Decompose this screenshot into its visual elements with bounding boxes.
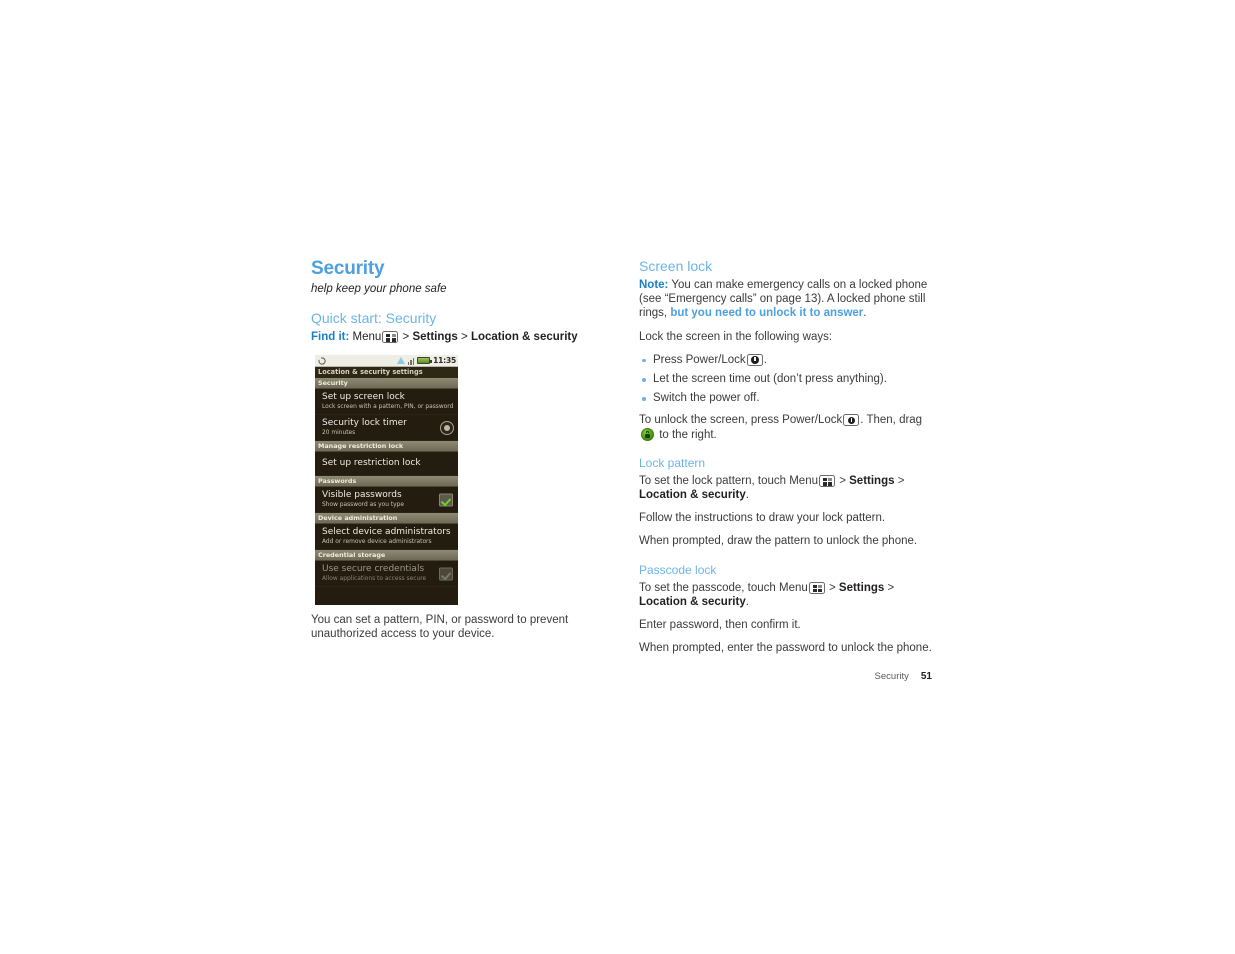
menu-grid-icon [382, 331, 399, 343]
list-item: Press Power/Lock. [639, 353, 935, 367]
row-subtitle: Show password as you type [322, 502, 405, 508]
section-heading-quick-start: Quick start: Security [311, 310, 437, 326]
find-it-location-security: Location & security [470, 331, 578, 343]
row-title: Security lock timer [322, 418, 407, 428]
list-item: Switch the power off. [639, 391, 935, 405]
step-location-security: Location & security [639, 595, 746, 608]
find-it-settings: Settings [412, 331, 458, 343]
row-title: Set up restriction lock [322, 458, 421, 468]
bullet-text-end: . [763, 353, 767, 366]
step-period: . [745, 489, 749, 502]
right-column: Screen lock Note: You can make emergency… [639, 258, 935, 664]
find-it-sep-2: > [461, 331, 468, 343]
triangle-alert-icon [397, 357, 406, 364]
step-location-security: Location & security [639, 489, 746, 502]
settings-row-security-lock-timer[interactable]: Security lock timer 20 minutes [315, 415, 458, 441]
settings-category-device-administration: Device administration [315, 513, 458, 524]
bullet-text: Switch the power off. [653, 392, 760, 405]
subheading-lock-pattern: Lock pattern [639, 455, 706, 470]
find-it-label: Find it: [311, 331, 350, 343]
phone-status-icons: 11:35 [397, 355, 456, 366]
manual-page: Security help keep your phone safe Quick… [0, 0, 1235, 954]
note-period: . [863, 307, 867, 320]
settings-row-set-up-screen-lock[interactable]: Set up screen lock Lock screen with a pa… [315, 389, 458, 415]
subheading-passcode-lock: Passcode lock [639, 562, 717, 577]
step-sep-1: > [839, 474, 846, 487]
menu-grid-icon [819, 474, 835, 487]
find-it-sep-1: > [402, 331, 410, 343]
unlock-text-2: . Then, drag [860, 414, 923, 427]
status-bar-clock: 11:35 [433, 356, 456, 365]
green-lock-icon [641, 427, 654, 441]
settings-category-manage-restriction-lock: Manage restriction lock [315, 441, 458, 452]
row-subtitle: 20 minutes [322, 430, 356, 436]
passcode-lock-step-3: When prompted, enter the password to unl… [639, 642, 932, 655]
bullet-text: Press Power/Lock [653, 353, 746, 366]
section-heading-screen-lock: Screen lock [639, 258, 713, 274]
unlock-text-1: To unlock the screen, press Power/Lock [639, 414, 843, 427]
row-title: Set up screen lock [322, 392, 405, 402]
timer-icon[interactable] [440, 420, 454, 435]
row-title: Visible passwords [322, 490, 402, 500]
note-label: Note: [639, 279, 669, 291]
row-subtitle: Allow applications to access secure [322, 576, 427, 582]
list-item: Let the screen time out (don’t press any… [639, 372, 935, 386]
power-lock-icon [746, 353, 763, 366]
step-settings: Settings [838, 581, 885, 594]
phone-status-bar: 11:35 [315, 355, 458, 367]
unlock-instruction: To unlock the screen, press Power/Lock . … [639, 413, 935, 441]
settings-row-select-device-administrators[interactable]: Select device administrators Add or remo… [315, 524, 458, 550]
settings-category-passwords: Passwords [315, 476, 458, 487]
lock-pattern-step-1: To set the lock pattern, touch Menu > Se… [639, 474, 935, 502]
phone-screenshot-figure: 11:35 Location & security settings Secur… [315, 355, 458, 605]
page-footer: Security 51 [875, 671, 932, 682]
step-text: To set the passcode, touch Menu [639, 581, 808, 594]
passcode-lock-step-2: Enter password, then confirm it. [639, 619, 801, 632]
step-sep-2: > [887, 581, 895, 594]
settings-row-use-secure-credentials[interactable]: Use secure credentials Allow application… [315, 561, 458, 587]
settings-row-set-up-restriction-lock[interactable]: Set up restriction lock [315, 452, 458, 476]
bullet-text: Let the screen time out (don’t press any… [653, 373, 887, 386]
row-title: Use secure credentials [322, 564, 425, 574]
note-accent-text: but you need to unlock it to answer [670, 307, 864, 320]
row-subtitle: Add or remove device administrators [322, 539, 432, 545]
page-title: Security [311, 258, 385, 279]
power-lock-icon [843, 414, 860, 427]
lock-pattern-step-3: When prompted, draw the pattern to unloc… [639, 535, 918, 548]
signal-bars-icon [408, 357, 414, 365]
lock-ways-intro: Lock the screen in the following ways: [639, 330, 833, 343]
step-sep-2: > [897, 474, 905, 487]
sync-icon [318, 356, 326, 365]
step-period: . [745, 595, 749, 608]
row-title: Select device administrators [322, 527, 451, 537]
lock-ways-list: Press Power/Lock. Let the screen time ou… [639, 353, 935, 406]
footer-page-number: 51 [920, 671, 932, 682]
checkbox-visible-passwords[interactable] [439, 493, 453, 506]
screen-lock-note: Note: You can make emergency calls on a … [639, 278, 935, 321]
step-text: To set the lock pattern, touch Menu [639, 474, 818, 487]
find-it-menu-word: Menu [352, 331, 382, 343]
page-subtitle: help keep your phone safe [311, 283, 447, 295]
unlock-text-3: to the right. [659, 428, 717, 441]
left-column: Security help keep your phone safe Quick… [311, 258, 611, 361]
step-settings: Settings [849, 474, 895, 487]
battery-icon [417, 357, 432, 364]
phone-title-bar: Location & security settings [315, 367, 458, 378]
settings-category-security: Security [315, 378, 458, 389]
find-it-path: Find it: Menu > Settings > Location & se… [311, 330, 611, 345]
footer-section-name: Security [874, 671, 909, 682]
lock-pattern-step-2: Follow the instructions to draw your loc… [639, 512, 886, 525]
menu-grid-icon [808, 581, 825, 594]
checkbox-use-secure-credentials [439, 567, 453, 580]
row-subtitle: Lock screen with a pattern, PIN, or pass… [322, 404, 454, 410]
settings-category-credential-storage: Credential storage [315, 550, 458, 561]
figure-caption: You can set a pattern, PIN, or password … [311, 614, 569, 641]
step-sep-1: > [828, 581, 836, 594]
settings-row-visible-passwords[interactable]: Visible passwords Show password as you t… [315, 487, 458, 513]
passcode-lock-step-1: To set the passcode, touch Menu > Settin… [639, 581, 935, 609]
